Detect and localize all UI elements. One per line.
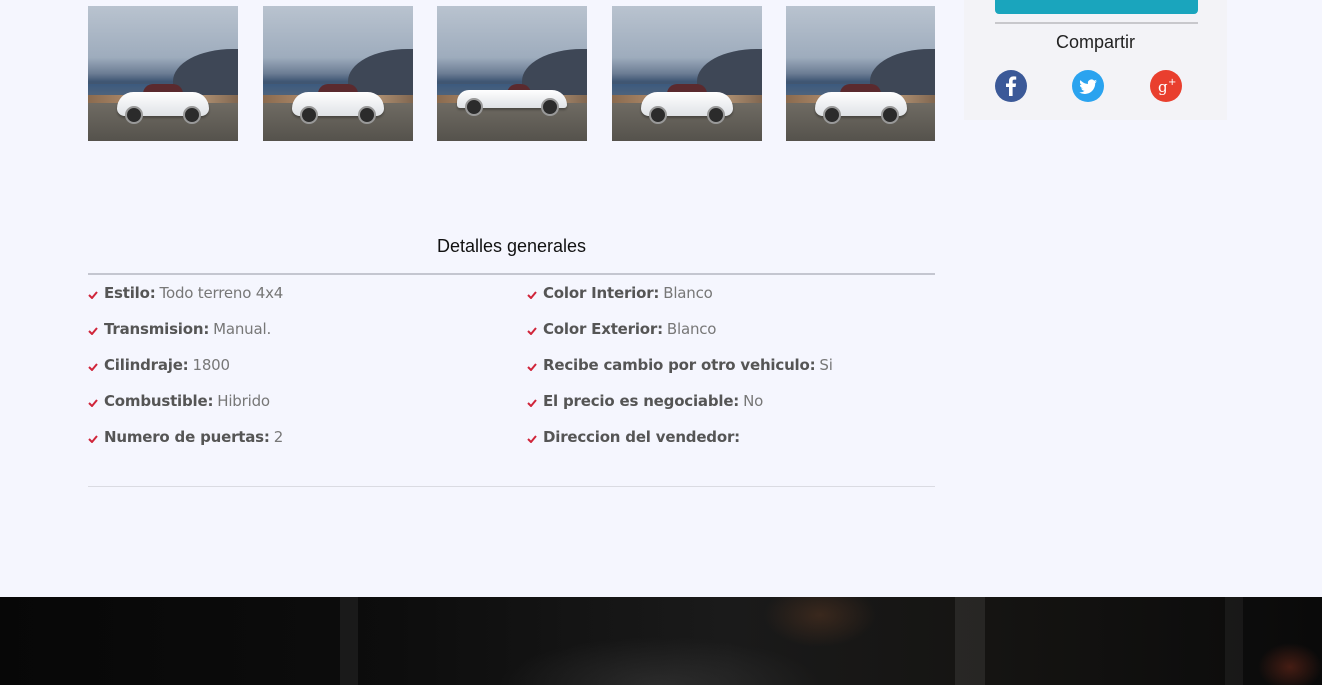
detail-label: Color Exterior: [543, 320, 663, 338]
car-front-photo [814, 82, 907, 124]
detail-item: El precio es negociable: No [527, 392, 763, 410]
thumbnail-5[interactable] [786, 6, 935, 141]
detail-item: Direccion del vendedor: [527, 428, 744, 446]
check-icon [88, 399, 98, 407]
check-icon [88, 363, 98, 371]
detail-item: Estilo: Todo terreno 4x4 [88, 284, 283, 302]
detail-label: El precio es negociable: [543, 392, 740, 410]
detail-label: Recibe cambio por otro vehiculo: [543, 356, 816, 374]
sidebar-share-panel: Compartir g + [964, 0, 1227, 120]
details-divider [88, 273, 935, 275]
check-icon [88, 291, 98, 299]
detail-label: Direccion del vendedor: [543, 428, 740, 446]
svg-text:g: g [1158, 78, 1168, 96]
share-title: Compartir [1055, 32, 1135, 52]
detail-value: 1800 [192, 356, 230, 374]
car-front-photo [292, 82, 384, 124]
thumbnail-4[interactable] [612, 6, 762, 141]
detail-item: Numero de puertas: 2 [88, 428, 283, 446]
twitter-icon[interactable] [1072, 70, 1104, 102]
details-bottom-divider [88, 486, 935, 487]
car-side-photo [457, 82, 567, 116]
detail-value: Si [819, 356, 833, 374]
photo-gallery [88, 6, 935, 141]
detail-label: Cilindraje: [104, 356, 189, 374]
detail-value: Manual. [213, 320, 272, 338]
check-icon [527, 399, 537, 407]
thumbnail-2[interactable] [263, 6, 413, 141]
detail-label: Estilo: [104, 284, 156, 302]
detail-item: Transmision: Manual. [88, 320, 271, 338]
check-icon [527, 435, 537, 443]
check-icon [527, 327, 537, 335]
detail-value: 2 [273, 428, 284, 446]
divider [995, 22, 1198, 24]
detail-label: Color Interior: [543, 284, 660, 302]
detail-value: Hibrido [217, 392, 270, 410]
car-rear-photo [641, 82, 733, 124]
detail-item: Recibe cambio por otro vehiculo: Si [527, 356, 833, 374]
details-title: Detalles generales [436, 236, 587, 256]
detail-value: Todo terreno 4x4 [159, 284, 284, 302]
check-icon [88, 327, 98, 335]
thumbnail-1[interactable] [88, 6, 238, 141]
detail-label: Combustible: [104, 392, 214, 410]
detail-item: Color Interior: Blanco [527, 284, 713, 302]
check-icon [527, 363, 537, 371]
detail-item: Cilindraje: 1800 [88, 356, 230, 374]
footer-background-image [0, 597, 1322, 685]
thumbnail-3[interactable] [437, 6, 587, 141]
detail-item: Color Exterior: Blanco [527, 320, 716, 338]
car-rear-photo [117, 82, 209, 124]
detail-value: Blanco [666, 320, 717, 338]
check-icon [88, 435, 98, 443]
detail-label: Transmision: [104, 320, 210, 338]
google-plus-icon[interactable]: g + [1150, 70, 1182, 102]
detail-label: Numero de puertas: [104, 428, 270, 446]
facebook-icon[interactable] [995, 70, 1027, 102]
svg-text:+: + [1168, 77, 1176, 88]
detail-item: Combustible: Hibrido [88, 392, 270, 410]
detail-value: No [743, 392, 764, 410]
check-icon [527, 291, 537, 299]
contact-button[interactable] [995, 0, 1198, 14]
detail-value: Blanco [663, 284, 713, 302]
